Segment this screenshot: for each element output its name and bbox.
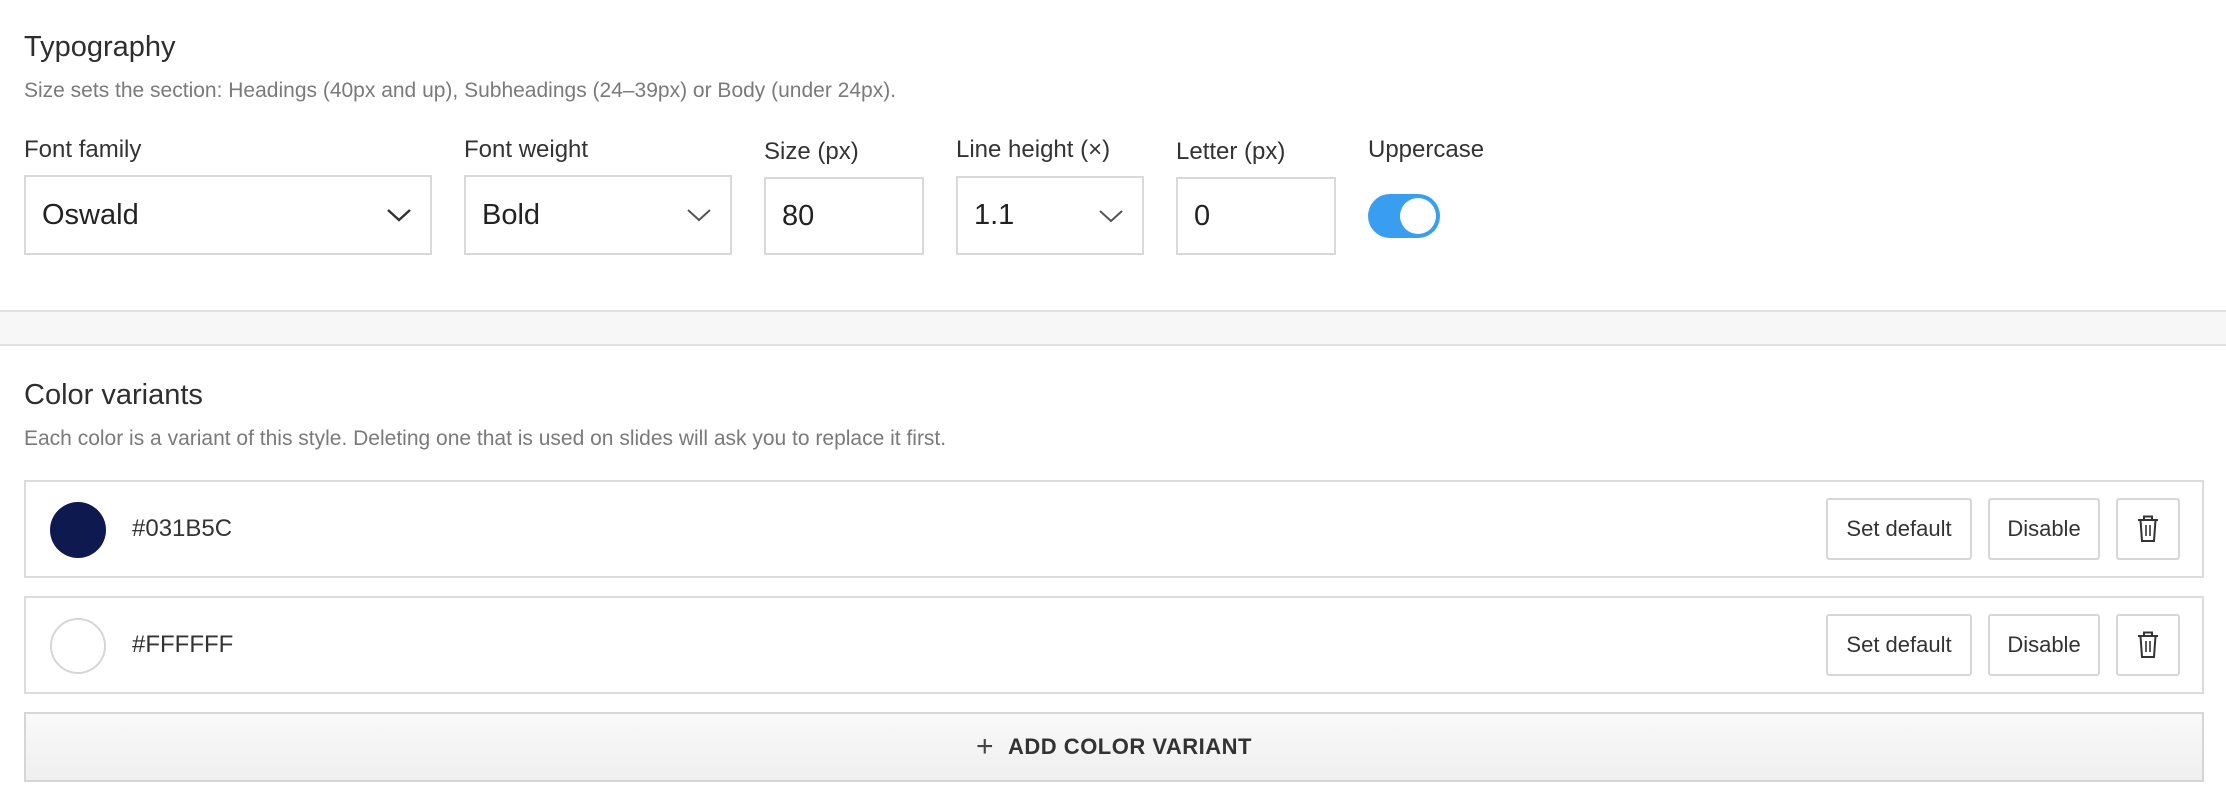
size-label: Size (px) xyxy=(764,138,859,165)
font-family-select[interactable]: Oswald xyxy=(24,175,432,255)
color-hex-value: #031B5C xyxy=(132,515,233,542)
font-family-value: Oswald xyxy=(42,198,139,231)
font-family-label: Font family xyxy=(24,136,142,163)
color-swatch[interactable] xyxy=(50,618,106,674)
add-color-variant-button[interactable]: + ADD COLOR VARIANT xyxy=(24,712,2204,782)
trash-icon xyxy=(2138,631,2158,658)
plus-icon: + xyxy=(976,730,995,763)
uppercase-label: Uppercase xyxy=(1368,136,1485,163)
add-color-variant-label: ADD COLOR VARIANT xyxy=(1008,734,1252,759)
disable-button[interactable]: Disable xyxy=(1988,614,2100,676)
font-weight-value: Bold xyxy=(482,198,541,231)
color-variants-description: Each color is a variant of this style. D… xyxy=(24,427,947,450)
section-divider xyxy=(0,310,2226,346)
set-default-button[interactable]: Set default xyxy=(1826,498,1972,560)
delete-button[interactable] xyxy=(2116,614,2180,676)
style-editor-panel: Typography Size sets the section: Headin… xyxy=(0,0,2226,786)
color-variant-row: #FFFFFF Set default Disable xyxy=(24,596,2204,694)
font-weight-label: Font weight xyxy=(464,136,589,163)
disable-button[interactable]: Disable xyxy=(1988,498,2100,560)
toggle-knob xyxy=(1400,198,1436,234)
size-input[interactable]: 80 xyxy=(764,177,924,255)
trash-icon xyxy=(2138,515,2158,542)
color-hex-value: #FFFFFF xyxy=(132,631,234,658)
size-value: 80 xyxy=(782,199,815,232)
chevron-down-icon xyxy=(1099,209,1123,222)
typography-title: Typography xyxy=(24,31,176,63)
line-height-value: 1.1 xyxy=(974,199,1015,231)
set-default-button[interactable]: Set default xyxy=(1826,614,1972,676)
delete-button[interactable] xyxy=(2116,498,2180,560)
typography-description: Size sets the section: Headings (40px an… xyxy=(24,79,897,102)
letter-spacing-value: 0 xyxy=(1194,199,1211,232)
color-swatch[interactable] xyxy=(50,502,106,558)
color-variants-title: Color variants xyxy=(24,379,203,411)
line-height-label: Line height (×) xyxy=(956,136,1111,163)
letter-spacing-input[interactable]: 0 xyxy=(1176,177,1336,255)
color-variant-row: #031B5C Set default Disable xyxy=(24,480,2204,578)
chevron-down-icon xyxy=(387,209,411,222)
chevron-down-icon xyxy=(687,209,711,222)
letter-spacing-label: Letter (px) xyxy=(1176,138,1286,165)
line-height-select[interactable]: 1.1 xyxy=(956,176,1144,255)
font-weight-select[interactable]: Bold xyxy=(464,175,732,255)
uppercase-toggle[interactable] xyxy=(1368,194,1440,238)
